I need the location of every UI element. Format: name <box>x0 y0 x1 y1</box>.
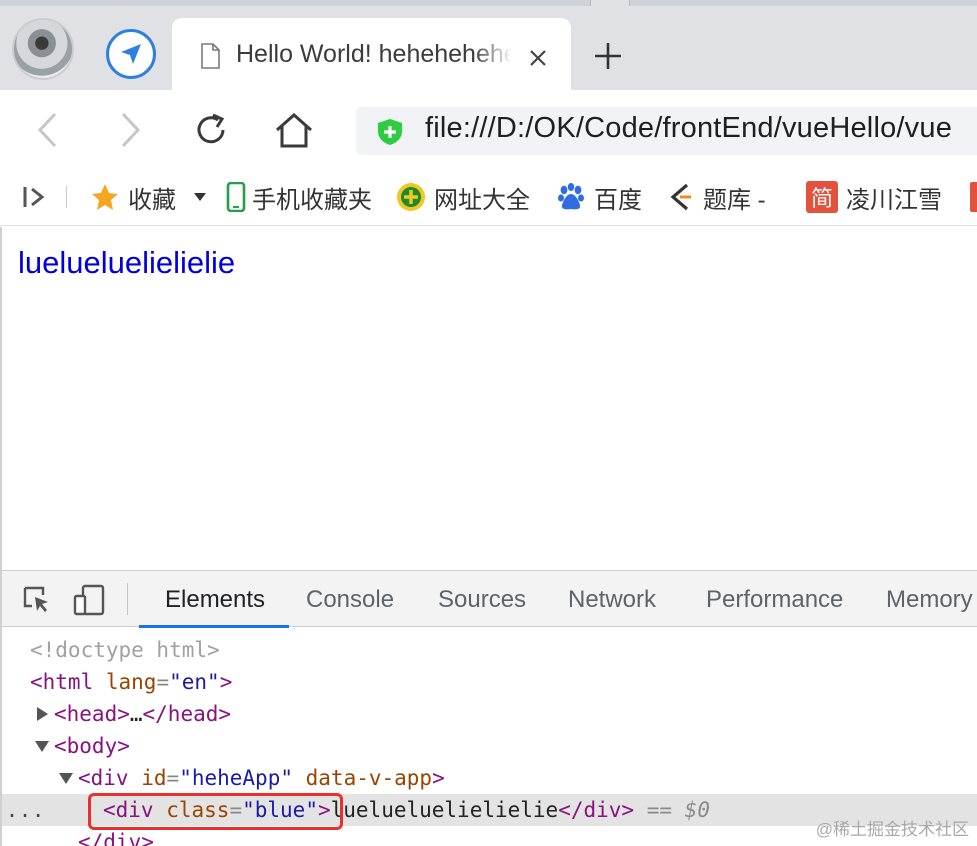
plus-icon <box>595 43 621 69</box>
device-mode-icon <box>73 584 105 616</box>
bookmark-logo-icon <box>667 182 695 212</box>
selected-ref: $0 <box>684 798 710 822</box>
back-button[interactable] <box>26 108 70 152</box>
address-url[interactable]: file:///D:/OK/Code/frontEnd/vueHello/vue <box>425 112 952 145</box>
collapse-triangle-icon[interactable] <box>59 773 73 784</box>
sidebar-toggle-icon <box>23 187 45 207</box>
bookmark-label: 手机收藏夹 <box>252 186 372 214</box>
blue-div-text: luelueluelielielie <box>330 798 559 822</box>
page-icon <box>200 43 220 74</box>
collapse-triangle-icon[interactable] <box>35 741 49 752</box>
paw-icon <box>556 182 586 212</box>
dom-line-doctype[interactable]: <!doctype html> <box>2 634 977 666</box>
new-tab-button[interactable] <box>588 36 628 76</box>
navigation-arrow-icon[interactable] <box>106 29 156 79</box>
tab-elements[interactable]: Elements <box>138 571 290 628</box>
bookmark-question-bank[interactable]: 题库 - <box>667 180 766 214</box>
toolbar: file:///D:/OK/Code/frontEnd/vueHello/vue <box>0 90 977 168</box>
tab-network[interactable]: Network <box>568 571 656 627</box>
tab-sources[interactable]: Sources <box>438 571 526 627</box>
inspect-cursor-icon <box>23 586 48 612</box>
head-ellipsis: … <box>129 702 143 726</box>
device-toolbar-button[interactable] <box>72 583 106 617</box>
html-lang-value: "en" <box>169 670 220 694</box>
app-id-value: "heheApp" <box>179 766 293 790</box>
blue-div-close-tag: </div> <box>558 798 635 822</box>
close-icon[interactable] <box>524 44 552 72</box>
inspect-element-button[interactable] <box>20 583 54 617</box>
bookmarks-bar: 收藏 手机收藏夹 网址大全 百度 题库 - 简 凌川江雪 <box>0 168 977 226</box>
app-div-open-tag: <div <box>78 766 129 790</box>
forward-arrow-icon <box>121 112 141 148</box>
active-tab[interactable]: Hello World! hehehehehe <box>172 18 571 90</box>
home-button[interactable] <box>272 108 316 152</box>
row-more-dots[interactable]: ... <box>6 794 45 826</box>
app-id-attr: id <box>141 766 167 790</box>
bookmark-favorites[interactable]: 收藏 <box>90 180 206 214</box>
bookmark-label: 题库 - <box>703 186 766 214</box>
bookmark-label: 收藏 <box>128 186 176 214</box>
bookmarks-separator <box>66 186 67 208</box>
bookmark-sites[interactable]: 网址大全 <box>396 180 530 214</box>
back-arrow-icon <box>37 112 57 148</box>
dom-line-body[interactable]: <body> <box>2 730 977 762</box>
expand-triangle-icon[interactable] <box>37 707 48 721</box>
dom-line-app-div[interactable]: <div id="heheApp" data-v-app> <box>2 762 977 794</box>
page-viewport: luelueluelielielie <box>0 227 977 570</box>
bookmark-baidu[interactable]: 百度 <box>556 180 642 214</box>
tab-strip: Hello World! hehehehehe <box>0 0 977 90</box>
tab-performance[interactable]: Performance <box>706 571 843 627</box>
tab-memory[interactable]: Memory <box>886 571 973 627</box>
plus-circle-icon <box>396 182 426 212</box>
bookmark-mobile[interactable]: 手机收藏夹 <box>226 180 372 214</box>
bookmark-blog[interactable]: 简 凌川江雪 <box>806 180 942 214</box>
star-icon <box>90 182 120 212</box>
html-lang-attr: lang <box>105 670 157 694</box>
red-highlight-annotation <box>88 793 343 830</box>
page-blue-text: luelueluelielielie <box>18 245 236 280</box>
window-top-edge <box>0 0 977 6</box>
doctype-text: <!doctype html> <box>30 638 220 662</box>
bookmark-label: 网址大全 <box>434 186 530 214</box>
bookmark-label: 凌川江雪 <box>846 186 942 214</box>
watermark-text: @稀土掘金技术社区 <box>815 820 969 839</box>
forward-button[interactable] <box>108 108 152 152</box>
devtools-tabbar: Elements Console Sources Network Perform… <box>2 571 977 628</box>
sidebar-toggle-button[interactable] <box>22 180 48 214</box>
app-data-v-attr: data-v-app <box>305 766 433 790</box>
devtools-tool-separator <box>127 583 128 615</box>
security-shield-icon[interactable] <box>376 118 404 151</box>
jian-icon: 简 <box>806 181 838 213</box>
body-open-tag: <body> <box>54 734 130 758</box>
bookmark-label: 百度 <box>594 186 642 214</box>
tab-console[interactable]: Console <box>306 571 394 627</box>
address-bar[interactable]: file:///D:/OK/Code/frontEnd/vueHello/vue <box>356 107 977 155</box>
html-open-tag: <html <box>30 670 94 694</box>
reload-icon <box>197 113 225 144</box>
head-close-tag: </head> <box>142 702 232 726</box>
caret-down-icon[interactable] <box>194 193 206 201</box>
selected-eq: == <box>646 798 673 822</box>
home-icon <box>276 112 312 148</box>
phone-icon <box>226 182 246 212</box>
reload-button[interactable] <box>189 108 233 152</box>
window-top-gap <box>590 0 630 6</box>
dom-line-html[interactable]: <html lang="en"> <box>2 666 977 698</box>
user-avatar[interactable] <box>12 18 74 80</box>
bookmark-overflow-icon[interactable] <box>970 182 977 212</box>
tab-title: Hello World! hehehehehe <box>236 40 512 68</box>
head-open-tag: <head> <box>54 702 130 726</box>
dom-line-head[interactable]: <head>…</head> <box>2 698 977 730</box>
